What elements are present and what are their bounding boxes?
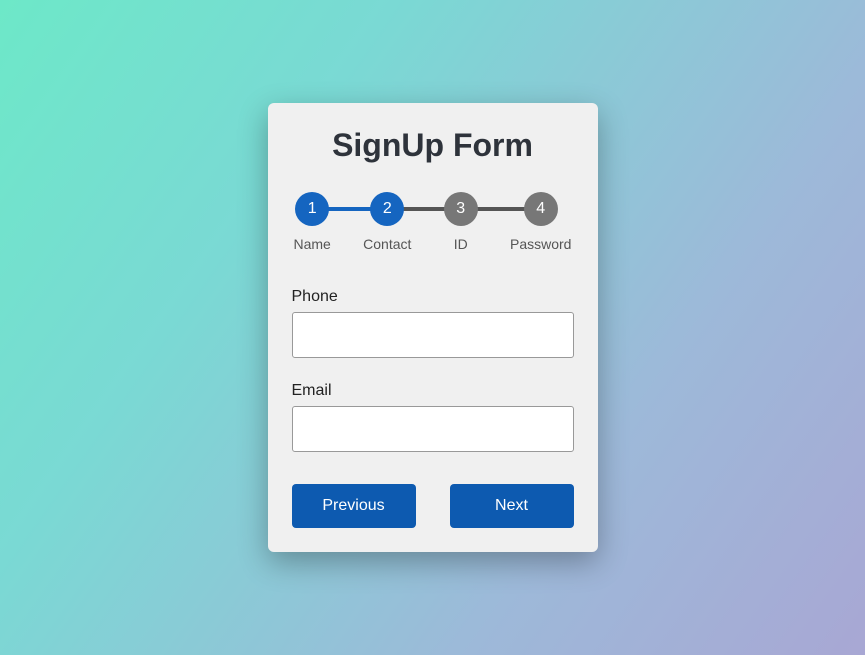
button-row: Previous Next — [292, 484, 574, 528]
progress-steps: 1 Name 2 Contact 3 ID 4 Password — [292, 192, 574, 252]
step-password[interactable]: 4 Password — [510, 192, 571, 252]
phone-input[interactable] — [292, 312, 574, 358]
email-input[interactable] — [292, 406, 574, 452]
step-circle-1: 1 — [295, 192, 329, 226]
phone-label: Phone — [292, 288, 574, 306]
phone-field-group: Phone — [292, 288, 574, 358]
step-id[interactable]: 3 ID — [444, 192, 478, 252]
step-label-3: ID — [454, 236, 468, 252]
step-name[interactable]: 1 Name — [294, 192, 331, 252]
step-circle-4: 4 — [524, 192, 558, 226]
previous-button[interactable]: Previous — [292, 484, 416, 528]
signup-form-card: SignUp Form 1 Name 2 Contact 3 ID 4 Pass… — [268, 103, 598, 552]
step-contact[interactable]: 2 Contact — [363, 192, 411, 252]
step-label-1: Name — [294, 236, 331, 252]
email-field-group: Email — [292, 382, 574, 452]
step-circle-3: 3 — [444, 192, 478, 226]
step-label-4: Password — [510, 236, 571, 252]
step-circle-2: 2 — [370, 192, 404, 226]
next-button[interactable]: Next — [450, 484, 574, 528]
form-title: SignUp Form — [292, 127, 574, 164]
email-label: Email — [292, 382, 574, 400]
step-label-2: Contact — [363, 236, 411, 252]
